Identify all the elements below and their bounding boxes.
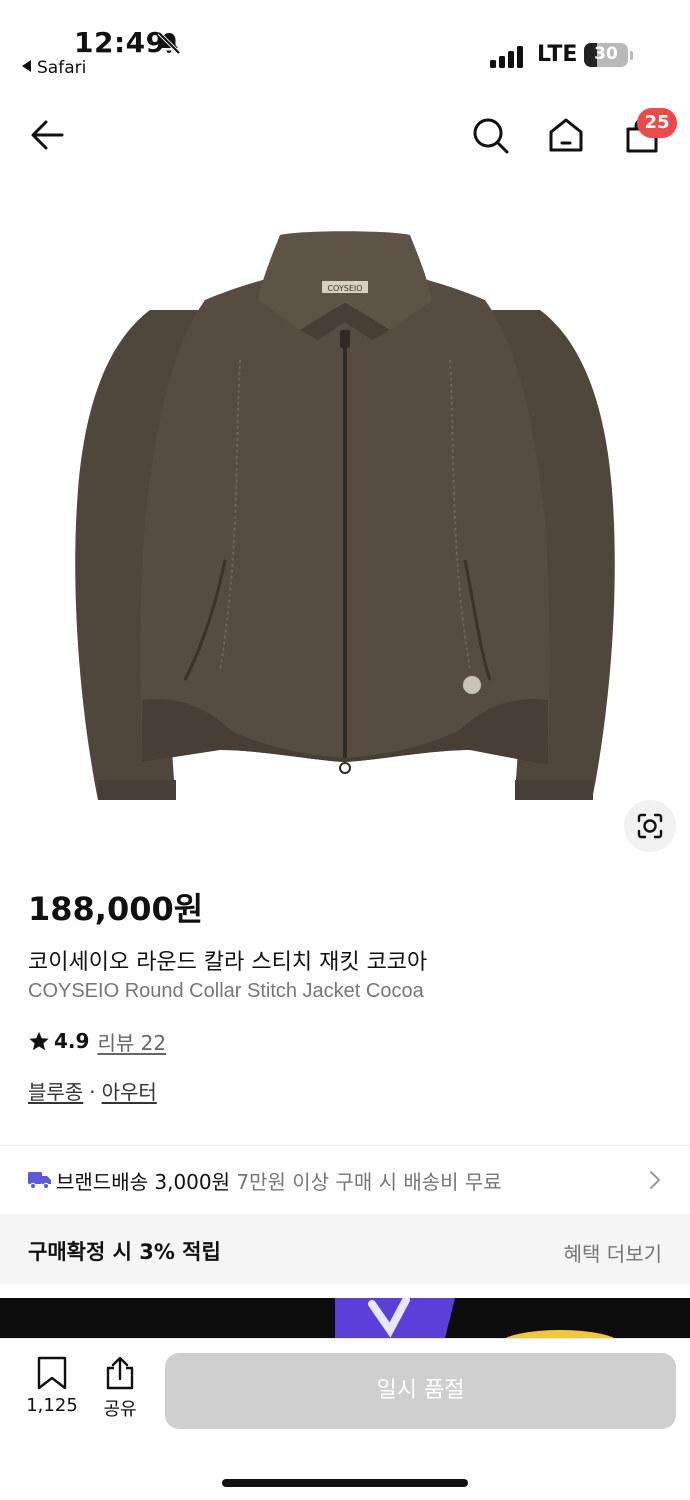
- jacket-image: COYSEIO: [75, 231, 615, 800]
- shipping-text: 브랜드배송 3,000원 7만원 이상 구매 시 배송비 무료: [56, 1166, 502, 1195]
- battery-level: 30: [594, 44, 618, 64]
- category-link-outer[interactable]: 아우터: [102, 1080, 157, 1104]
- arrow-left-icon[interactable]: [26, 113, 70, 157]
- category-link-blouson[interactable]: 블루종: [28, 1080, 83, 1104]
- top-nav: [0, 100, 690, 170]
- status-bar: 12:49 Safari LTE 30: [0, 0, 690, 90]
- rating-value: 4.9: [54, 1029, 90, 1053]
- bookmark-count: 1,125: [26, 1395, 78, 1416]
- bookmark-icon: [37, 1356, 67, 1390]
- banner-graphic: [335, 1298, 615, 1338]
- product-price: 188,000원: [28, 890, 204, 928]
- share-button[interactable]: 공유: [96, 1355, 144, 1421]
- search-icon[interactable]: [468, 113, 512, 157]
- truck-icon: [28, 1172, 51, 1190]
- shipping-info-row[interactable]: 브랜드배송 3,000원 7만원 이상 구매 시 배송비 무료: [0, 1146, 690, 1214]
- free-shipping-note: 7만원 이상 구매 시 배송비 무료: [236, 1170, 502, 1194]
- product-rating: 4.9 리뷰 22: [28, 1026, 166, 1056]
- battery-icon: 30: [584, 43, 628, 67]
- bell-muted-icon: [157, 31, 181, 55]
- share-icon: [106, 1356, 134, 1390]
- category-breadcrumb: 블루종 · 아우터: [28, 1076, 157, 1105]
- back-app-label: Safari: [37, 58, 87, 78]
- shipping-fee: 브랜드배송 3,000원: [56, 1170, 231, 1194]
- home-indicator[interactable]: [222, 1479, 468, 1487]
- purchase-reward-text: 구매확정 시 3% 적립: [28, 1240, 221, 1264]
- product-image[interactable]: COYSEIO: [0, 190, 690, 850]
- review-count-link[interactable]: 리뷰 22: [97, 1027, 166, 1056]
- product-name-korean: 코이세이오 라운드 칼라 스티치 재킷 코코아: [28, 950, 428, 975]
- back-triangle-icon: [22, 60, 31, 72]
- network-type: LTE: [537, 42, 578, 67]
- product-name-english: COYSEIO Round Collar Stitch Jacket Cocoa: [28, 980, 424, 1002]
- star-icon: [29, 1031, 49, 1051]
- jacket-brand-tag: COYSEIO: [327, 284, 362, 293]
- share-label: 공유: [103, 1399, 137, 1420]
- cart-count-badge: 25: [637, 108, 677, 138]
- more-benefits-link[interactable]: 혜택 더보기: [564, 1238, 662, 1267]
- status-time: 12:49: [74, 26, 166, 59]
- home-icon[interactable]: [544, 113, 588, 157]
- benefit-row[interactable]: 구매확정 시 3% 적립 혜택 더보기: [0, 1214, 690, 1284]
- sold-out-button[interactable]: 일시 품절: [165, 1353, 676, 1429]
- chevron-right-icon: [650, 1171, 660, 1189]
- battery-tip: [630, 51, 633, 60]
- bookmark-button[interactable]: 1,125: [24, 1355, 80, 1416]
- back-to-app-link[interactable]: Safari: [22, 58, 86, 78]
- category-separator: ·: [89, 1080, 96, 1104]
- bottom-action-bar: 1,125 공유 일시 품절: [0, 1338, 690, 1500]
- promo-banner[interactable]: [0, 1298, 690, 1338]
- cellular-signal-icon: [490, 44, 524, 68]
- visual-search-lens-icon[interactable]: [624, 800, 676, 852]
